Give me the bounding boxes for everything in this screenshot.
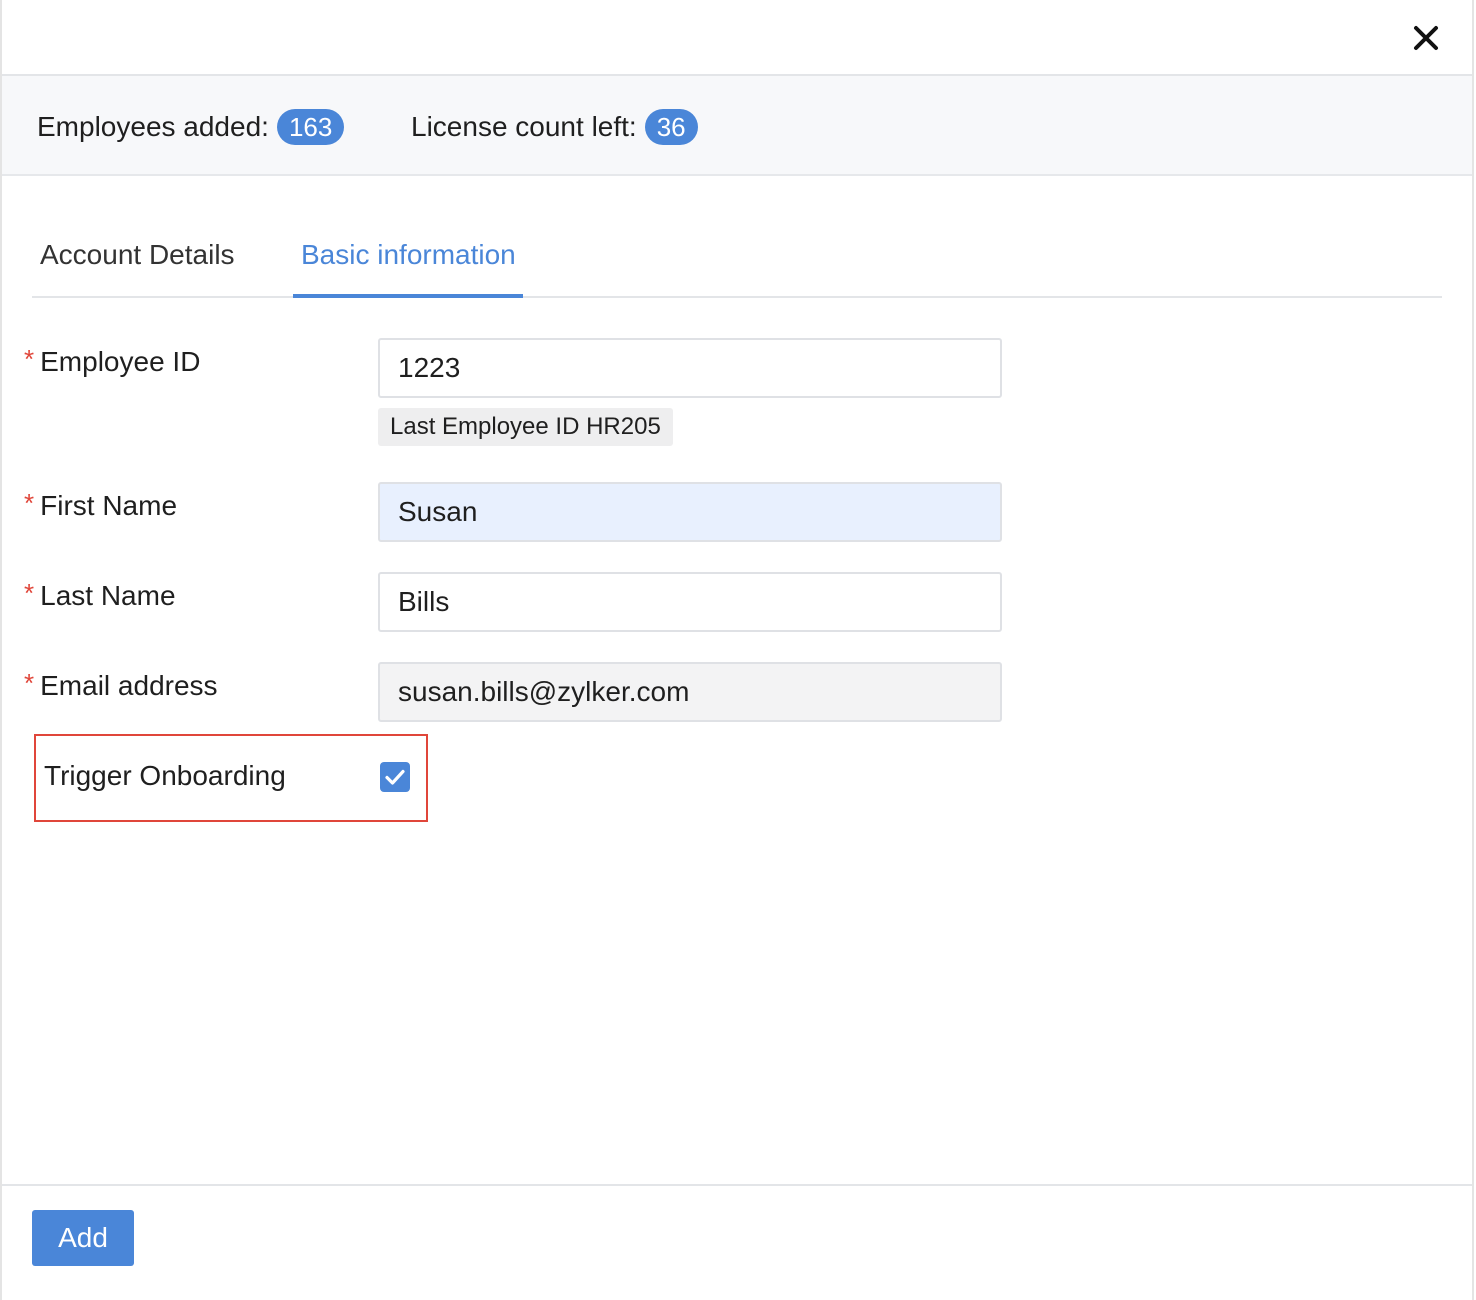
license-count-badge: 36 xyxy=(644,109,698,145)
dialog-header xyxy=(2,0,1472,76)
required-asterisk: * xyxy=(24,344,35,374)
active-tab-indicator xyxy=(293,294,523,298)
first-name-label: * First Name xyxy=(24,490,177,522)
license-count-stat: License count left: 36 xyxy=(411,109,698,145)
employee-id-label: * Employee ID xyxy=(24,346,200,378)
license-count-label: License count left: xyxy=(411,111,637,142)
dialog-footer: Add xyxy=(2,1184,1472,1300)
employees-added-stat: Employees added: 163 xyxy=(37,109,345,145)
last-name-label-text: Last Name xyxy=(40,580,176,611)
license-stats-bar: Employees added: 163 License count left:… xyxy=(2,76,1472,176)
first-name-label-text: First Name xyxy=(40,490,178,521)
tab-account-details[interactable]: Account Details xyxy=(40,239,235,271)
email-value: susan.bills@zylker.com xyxy=(398,676,690,707)
tab-bar: Account Details Basic information xyxy=(32,176,1442,298)
tab-basic-information[interactable]: Basic information xyxy=(301,239,516,271)
employees-added-label: Employees added: xyxy=(37,111,269,142)
required-asterisk: * xyxy=(24,578,35,608)
last-employee-id-hint: Last Employee ID HR205 xyxy=(378,408,673,446)
employee-id-value: 1223 xyxy=(398,352,461,383)
last-name-label: * Last Name xyxy=(24,580,176,612)
last-name-value: Bills xyxy=(398,586,450,617)
trigger-onboarding-label: Trigger Onboarding xyxy=(44,760,286,791)
close-icon[interactable] xyxy=(1410,22,1442,54)
required-asterisk: * xyxy=(24,488,35,518)
add-employee-dialog: Employees added: 163 License count left:… xyxy=(0,0,1474,1300)
checkmark-icon xyxy=(385,769,405,785)
email-label: * Email address xyxy=(24,670,218,702)
first-name-value: Susan xyxy=(398,496,478,527)
required-asterisk: * xyxy=(24,668,35,698)
last-name-input[interactable]: Bills xyxy=(378,572,1002,632)
employee-id-input[interactable]: 1223 xyxy=(378,338,1002,398)
first-name-input[interactable]: Susan xyxy=(378,482,1002,542)
add-button[interactable]: Add xyxy=(32,1210,134,1266)
email-field[interactable]: susan.bills@zylker.com xyxy=(378,662,1002,722)
employee-id-label-text: Employee ID xyxy=(40,346,201,377)
trigger-onboarding-checkbox[interactable] xyxy=(380,762,410,792)
email-label-text: Email address xyxy=(40,670,218,701)
employees-added-badge: 163 xyxy=(276,109,345,145)
